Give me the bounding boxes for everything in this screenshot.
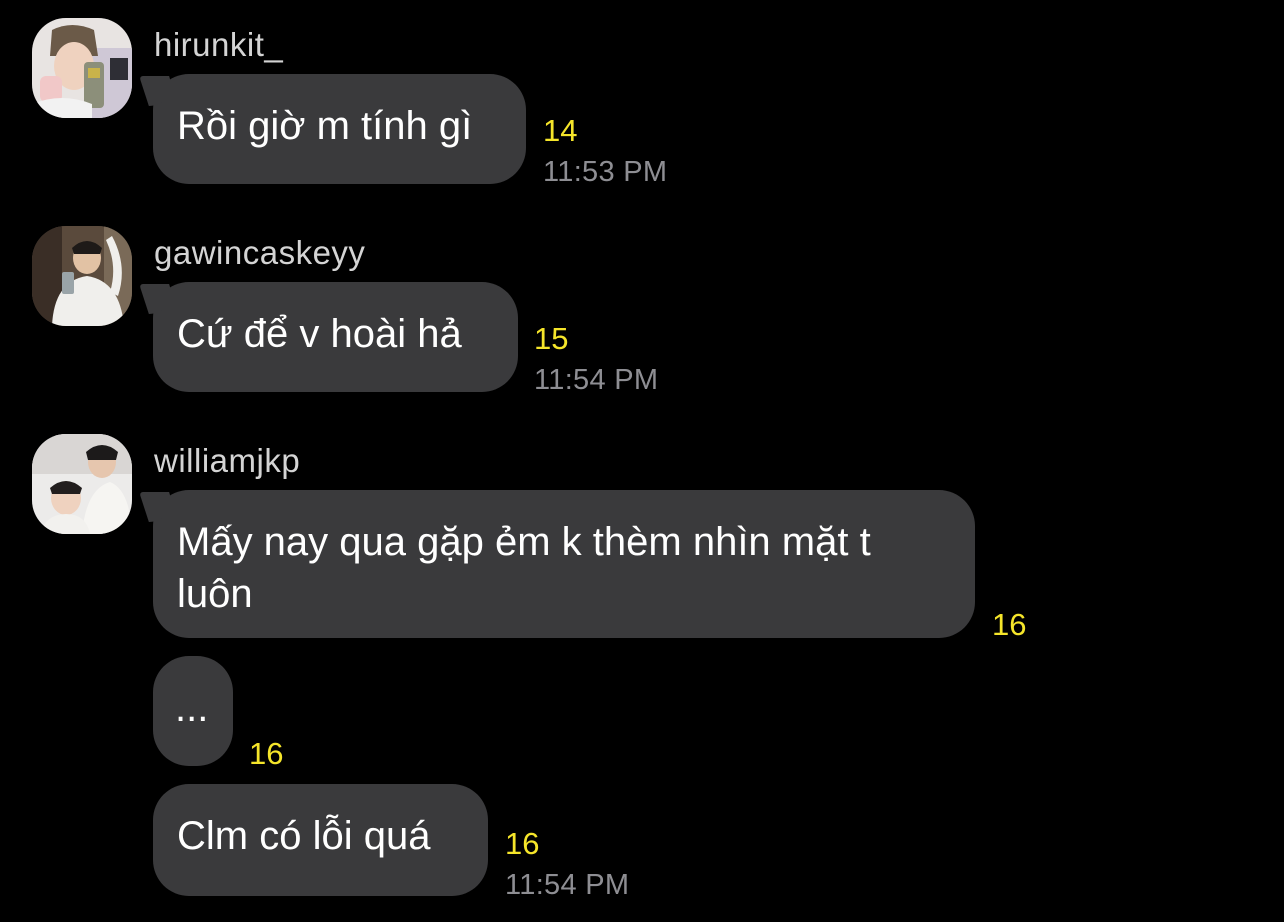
message-bubble[interactable]: Rồi giờ m tính gì bbox=[153, 74, 526, 184]
read-count: 14 bbox=[543, 113, 578, 148]
profile-photo-icon bbox=[32, 434, 132, 534]
message-timestamp: 11:53 PM bbox=[543, 156, 668, 188]
avatar[interactable] bbox=[32, 226, 132, 326]
message-bubble[interactable]: Mấy nay qua gặp ẻm k thèm nhìn mặt t luô… bbox=[153, 490, 975, 638]
message-username: williamjkp bbox=[154, 442, 301, 479]
chat-thread: hirunkit_ Rồi giờ m tính gì 14 11:53 PM … bbox=[0, 0, 1284, 922]
read-count: 16 bbox=[505, 826, 540, 861]
message-text: Cứ để v hoài hả bbox=[177, 312, 462, 356]
message-bubble[interactable]: ... bbox=[153, 656, 233, 766]
profile-photo-icon bbox=[32, 226, 132, 326]
message-username: hirunkit_ bbox=[154, 26, 284, 63]
profile-photo-icon bbox=[32, 18, 132, 118]
avatar[interactable] bbox=[32, 18, 132, 118]
read-count: 15 bbox=[534, 321, 569, 356]
read-count: 16 bbox=[992, 607, 1027, 642]
read-count: 16 bbox=[249, 736, 284, 771]
avatar[interactable] bbox=[32, 434, 132, 534]
message-username: gawincaskeyy bbox=[154, 234, 366, 271]
message-text: ... bbox=[175, 686, 209, 730]
message-text: Mấy nay qua gặp ẻm k thèm nhìn mặt t luô… bbox=[177, 520, 871, 616]
message-timestamp: 11:54 PM bbox=[505, 869, 630, 901]
message-bubble[interactable]: Clm có lỗi quá bbox=[153, 784, 488, 896]
message-timestamp: 11:54 PM bbox=[534, 364, 659, 396]
message-text: Clm có lỗi quá bbox=[177, 814, 431, 858]
message-bubble[interactable]: Cứ để v hoài hả bbox=[153, 282, 518, 392]
message-text: Rồi giờ m tính gì bbox=[177, 104, 473, 148]
